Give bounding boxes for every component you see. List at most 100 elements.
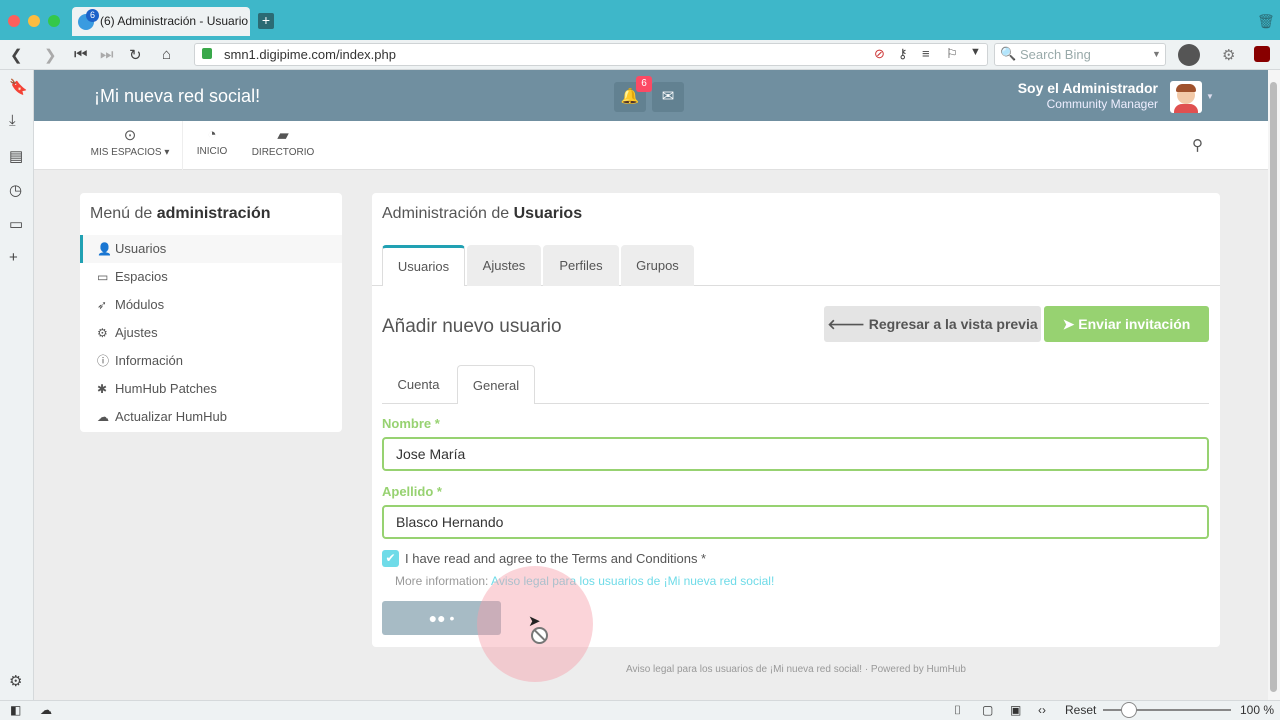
new-tab-button[interactable]: +: [258, 13, 274, 29]
page-title-prefix: Administración de: [382, 205, 514, 222]
code-icon[interactable]: ‹›: [1038, 703, 1046, 717]
nav-directory-label: DIRECTORIO: [251, 147, 315, 158]
close-window-button[interactable]: [8, 15, 20, 27]
add-panel-icon[interactable]: +: [9, 249, 18, 266]
search-engine-icon: 🔍: [1000, 46, 1017, 61]
notes-panel-icon[interactable]: ▤: [9, 147, 23, 165]
messages-button[interactable]: ✉: [652, 82, 684, 112]
app-brand[interactable]: ¡Mi nueva red social!: [94, 86, 260, 107]
admin-menu-item-patches[interactable]: ✱ HumHub Patches: [80, 375, 342, 403]
send-invite-button[interactable]: ➤ Enviar invitación: [1044, 306, 1209, 342]
page-scrollbar-thumb[interactable]: [1270, 82, 1277, 692]
book-icon: ▰: [277, 127, 289, 144]
admin-menu-item-label: Espacios: [115, 269, 168, 284]
admin-menu-item-usuarios[interactable]: 👤 Usuarios: [80, 235, 342, 263]
more-info-prefix: More information:: [395, 574, 492, 588]
nav-home[interactable]: ◔ INICIO: [192, 126, 232, 157]
window-icon[interactable]: ▢: [982, 703, 993, 717]
back-icon[interactable]: ❮: [10, 46, 23, 64]
window-panel-icon[interactable]: ▭: [9, 215, 23, 233]
user-dropdown-icon[interactable]: ▼: [1206, 92, 1214, 101]
ublock-icon[interactable]: [1254, 46, 1270, 62]
panel-toggle-icon[interactable]: ◧: [10, 703, 21, 717]
tab-grupos[interactable]: Grupos: [621, 245, 694, 286]
camera-icon[interactable]: ⌷: [954, 703, 961, 718]
invite-button-label: Enviar invitación: [1078, 316, 1191, 332]
maximize-window-button[interactable]: [48, 15, 60, 27]
admin-menu-item-update[interactable]: ☁ Actualizar HumHub: [80, 403, 342, 431]
terms-checkbox[interactable]: ✔: [382, 550, 399, 567]
bookmark-icon[interactable]: ⚐: [946, 46, 958, 62]
tab-ajustes[interactable]: Ajustes: [467, 245, 541, 286]
not-allowed-icon: [531, 627, 548, 644]
cogs-icon: ⚙: [97, 326, 108, 340]
tab-perfiles[interactable]: Perfiles: [543, 245, 619, 286]
first-name-field[interactable]: [382, 437, 1209, 471]
subtab-cuenta[interactable]: Cuenta: [382, 365, 455, 404]
search-dropdown-icon[interactable]: ▼: [1152, 49, 1161, 59]
image-icon[interactable]: ▣: [1010, 703, 1021, 717]
envelope-icon: ✉: [661, 88, 675, 105]
browser-tab[interactable]: 6 (6) Administración - Usuario: [72, 7, 250, 36]
admin-menu-item-label: Módulos: [115, 297, 165, 312]
bookmarks-panel-icon[interactable]: 🔖: [9, 78, 28, 96]
not-allowed-slash: [533, 629, 547, 642]
nav-directory[interactable]: ▰ DIRECTORIO: [250, 126, 316, 158]
reload-icon[interactable]: ↻: [129, 46, 142, 64]
settings-icon[interactable]: ⚙: [9, 672, 22, 690]
home-icon[interactable]: ⌂: [162, 46, 171, 63]
zoom-level: 100 %: [1240, 703, 1275, 717]
last-name-field[interactable]: [382, 505, 1209, 539]
caret-down-icon: ▾: [161, 147, 170, 158]
form-title: Añadir nuevo usuario: [382, 316, 562, 337]
extension-icon[interactable]: ⚙: [1222, 46, 1235, 64]
admin-menu-title-bold: administración: [156, 205, 271, 222]
key-icon[interactable]: ⚷: [898, 46, 908, 62]
downloads-panel-icon[interactable]: ⤓: [9, 112, 16, 129]
history-panel-icon[interactable]: ◷: [9, 181, 22, 199]
url-text[interactable]: smn1.digipime.com/index.php: [224, 47, 396, 62]
reader-icon[interactable]: ≡: [922, 46, 930, 61]
user-name[interactable]: Soy el Administrador: [960, 80, 1158, 96]
subtab-general[interactable]: General: [457, 365, 535, 404]
zoom-slider-handle[interactable]: [1121, 702, 1137, 718]
lock-icon: [202, 48, 212, 59]
user-icon: 👤: [97, 242, 112, 256]
admin-menu-item-modulos[interactable]: ➶ Módulos: [80, 291, 342, 319]
profile-icon[interactable]: [1178, 44, 1200, 66]
admin-menu-item-ajustes[interactable]: ⚙ Ajustes: [80, 319, 342, 347]
nav-home-label: INICIO: [196, 146, 228, 157]
dropdown-icon[interactable]: ▼: [970, 46, 981, 58]
admin-menu-item-label: Usuarios: [115, 241, 167, 256]
admin-menu-item-label: Información: [115, 353, 183, 368]
admin-menu-item-espacios[interactable]: ▭ Espacios: [80, 263, 342, 291]
admin-menu-item-label: HumHub Patches: [115, 381, 217, 396]
fast-forward-icon[interactable]: ⏭: [100, 46, 114, 63]
dot-circle-icon: ⊙: [123, 127, 137, 144]
admin-menu-title: Menú de administración: [90, 205, 271, 223]
avatar[interactable]: [1170, 81, 1202, 113]
rocket-icon: ➶: [97, 298, 108, 312]
cloud-icon[interactable]: ☁: [40, 703, 52, 717]
tab-badge: 6: [86, 9, 99, 22]
search-icon[interactable]: ⚲: [1192, 136, 1203, 154]
notifications-badge: 6: [636, 76, 652, 92]
back-button-label: Regresar a la vista previa: [868, 316, 1038, 332]
cloud-download-icon: ☁: [97, 410, 109, 424]
search-engine-placeholder: Search Bing: [1020, 47, 1091, 62]
page-title: Administración de Usuarios: [382, 205, 582, 223]
zoom-reset-button[interactable]: Reset: [1065, 703, 1096, 717]
tab-usuarios[interactable]: Usuarios: [382, 245, 465, 286]
avatar-shirt: [1174, 104, 1198, 113]
tracking-icon[interactable]: ⊘: [874, 46, 885, 62]
bug-icon: ✱: [97, 382, 108, 396]
rewind-icon[interactable]: ⏮: [74, 46, 88, 63]
minimize-window-button[interactable]: [28, 15, 40, 27]
admin-menu-item-informacion[interactable]: ⓘ Información: [80, 347, 342, 375]
terms-label[interactable]: I have read and agree to the Terms and C…: [405, 551, 706, 566]
trash-icon[interactable]: 🗑: [1257, 13, 1275, 30]
nav-my-spaces[interactable]: ⊙ MIS ESPACIOS ▾: [90, 126, 170, 158]
forward-icon[interactable]: ❯: [44, 46, 57, 64]
back-to-overview-button[interactable]: 🡐 Regresar a la vista previa: [824, 306, 1041, 342]
admin-menu-item-label: Actualizar HumHub: [115, 409, 227, 424]
